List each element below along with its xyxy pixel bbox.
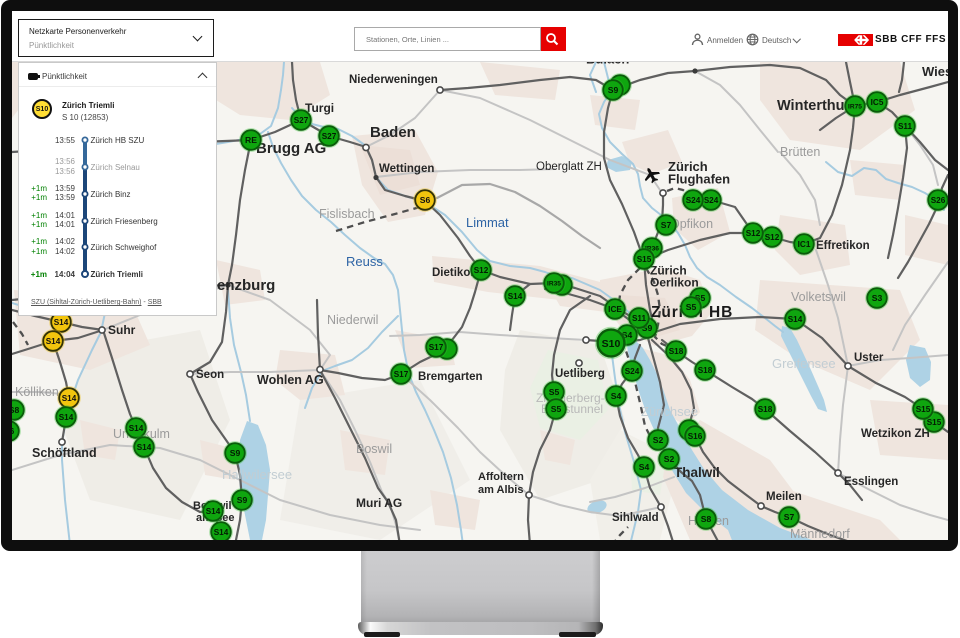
- svg-text:S24: S24: [704, 196, 719, 205]
- svg-text:S17: S17: [394, 370, 409, 379]
- svg-text:S27: S27: [322, 132, 337, 141]
- svg-text:Bremgarten: Bremgarten: [418, 371, 483, 383]
- svg-text:S5: S5: [686, 302, 697, 312]
- svg-text:Affoltern: Affoltern: [478, 471, 524, 483]
- svg-text:S14: S14: [46, 337, 61, 346]
- svg-text:S5: S5: [551, 404, 562, 414]
- svg-text:S14: S14: [214, 528, 229, 537]
- svg-text:Oberglatt ZH: Oberglatt ZH: [536, 161, 602, 173]
- svg-text:S9: S9: [608, 85, 619, 95]
- svg-text:Muri AG: Muri AG: [356, 496, 402, 510]
- svg-text:Zürichsee: Zürichsee: [641, 404, 698, 419]
- svg-text:IC1: IC1: [798, 240, 811, 249]
- svg-text:S15: S15: [916, 405, 931, 414]
- svg-text:ICE: ICE: [608, 305, 622, 314]
- svg-text:S16: S16: [688, 432, 703, 441]
- svg-text:S10: S10: [602, 338, 621, 350]
- svg-text:Sihlwald: Sihlwald: [612, 512, 659, 524]
- svg-text:S9: S9: [237, 495, 248, 505]
- svg-text:IR75: IR75: [848, 103, 862, 110]
- svg-text:enzburg: enzburg: [217, 277, 275, 294]
- svg-text:Hallwilersee: Hallwilersee: [222, 467, 292, 482]
- svg-text:Meilen: Meilen: [766, 491, 802, 503]
- svg-text:Brütten: Brütten: [780, 145, 820, 159]
- svg-text:Oerlikon: Oerlikon: [650, 276, 699, 290]
- svg-text:S11: S11: [632, 314, 647, 323]
- svg-text:IR35: IR35: [547, 280, 561, 287]
- svg-text:Brugg AG: Brugg AG: [256, 140, 326, 157]
- svg-text:S14: S14: [137, 443, 152, 452]
- svg-text:S14: S14: [508, 292, 523, 301]
- svg-text:S6: S6: [12, 426, 14, 436]
- svg-text:Kölliken: Kölliken: [15, 385, 59, 399]
- svg-text:Effretikon: Effretikon: [816, 240, 870, 252]
- svg-text:Esslingen: Esslingen: [844, 476, 898, 488]
- svg-text:Volketswil: Volketswil: [791, 290, 846, 304]
- svg-text:S12: S12: [746, 229, 761, 238]
- svg-text:S9: S9: [230, 448, 241, 458]
- svg-text:Boswil: Boswil: [356, 442, 392, 456]
- svg-text:Limmat: Limmat: [466, 215, 509, 230]
- svg-text:S18: S18: [758, 405, 773, 414]
- svg-text:S6: S6: [420, 195, 431, 205]
- svg-text:am Albis: am Albis: [478, 484, 523, 496]
- svg-text:Schöftland: Schöftland: [32, 446, 97, 460]
- svg-text:S7: S7: [784, 512, 795, 522]
- svg-text:RE: RE: [245, 135, 257, 145]
- svg-text:Niederweningen: Niederweningen: [349, 74, 438, 86]
- svg-text:S18: S18: [669, 347, 684, 356]
- svg-text:S14: S14: [206, 507, 221, 516]
- svg-text:S18: S18: [698, 366, 713, 375]
- svg-text:Flughafen: Flughafen: [668, 172, 730, 187]
- svg-text:Baden: Baden: [370, 124, 416, 141]
- svg-text:Wiese: Wiese: [922, 64, 948, 79]
- svg-text:Wetzikon ZH: Wetzikon ZH: [861, 428, 930, 440]
- svg-text:Greifensee: Greifensee: [772, 356, 836, 371]
- svg-text:Suhr: Suhr: [108, 323, 136, 337]
- svg-text:S8: S8: [701, 514, 712, 524]
- svg-text:S2: S2: [664, 454, 675, 464]
- svg-text:Seon: Seon: [196, 369, 224, 381]
- svg-text:S5: S5: [549, 387, 560, 397]
- svg-text:S8: S8: [12, 405, 19, 415]
- svg-text:S14: S14: [54, 318, 69, 327]
- svg-text:S11: S11: [898, 122, 913, 131]
- svg-text:S2: S2: [653, 435, 664, 445]
- svg-text:S14: S14: [59, 413, 74, 422]
- svg-text:Niederwil: Niederwil: [327, 313, 378, 327]
- svg-text:Wohlen AG: Wohlen AG: [257, 373, 324, 387]
- svg-text:S14: S14: [62, 394, 77, 403]
- svg-text:Fislisbach: Fislisbach: [319, 207, 375, 221]
- svg-text:S14: S14: [788, 315, 803, 324]
- svg-text:Uetliberg: Uetliberg: [555, 368, 605, 380]
- svg-text:S3: S3: [872, 293, 883, 303]
- svg-text:S4: S4: [639, 462, 650, 472]
- svg-text:Thalwil: Thalwil: [674, 465, 720, 480]
- svg-text:S24: S24: [625, 367, 640, 376]
- svg-text:S27: S27: [294, 116, 309, 125]
- svg-text:S12: S12: [765, 233, 780, 242]
- svg-text:S15: S15: [927, 418, 942, 427]
- svg-text:IC5: IC5: [871, 98, 884, 107]
- svg-text:S12: S12: [474, 266, 489, 275]
- svg-text:Wettingen: Wettingen: [379, 163, 434, 175]
- svg-text:S4: S4: [611, 391, 622, 401]
- svg-text:S24: S24: [686, 196, 701, 205]
- svg-text:Winterthur: Winterthur: [777, 98, 851, 114]
- svg-text:S14: S14: [129, 424, 144, 433]
- svg-text:Uster: Uster: [854, 352, 884, 364]
- svg-text:S15: S15: [637, 255, 652, 264]
- svg-text:S17: S17: [429, 343, 444, 352]
- svg-text:Bülach: Bülach: [586, 62, 629, 67]
- svg-text:Männedorf: Männedorf: [790, 527, 850, 540]
- svg-text:Reuss: Reuss: [346, 254, 383, 269]
- svg-text:S7: S7: [661, 220, 672, 230]
- svg-text:S26: S26: [931, 196, 946, 205]
